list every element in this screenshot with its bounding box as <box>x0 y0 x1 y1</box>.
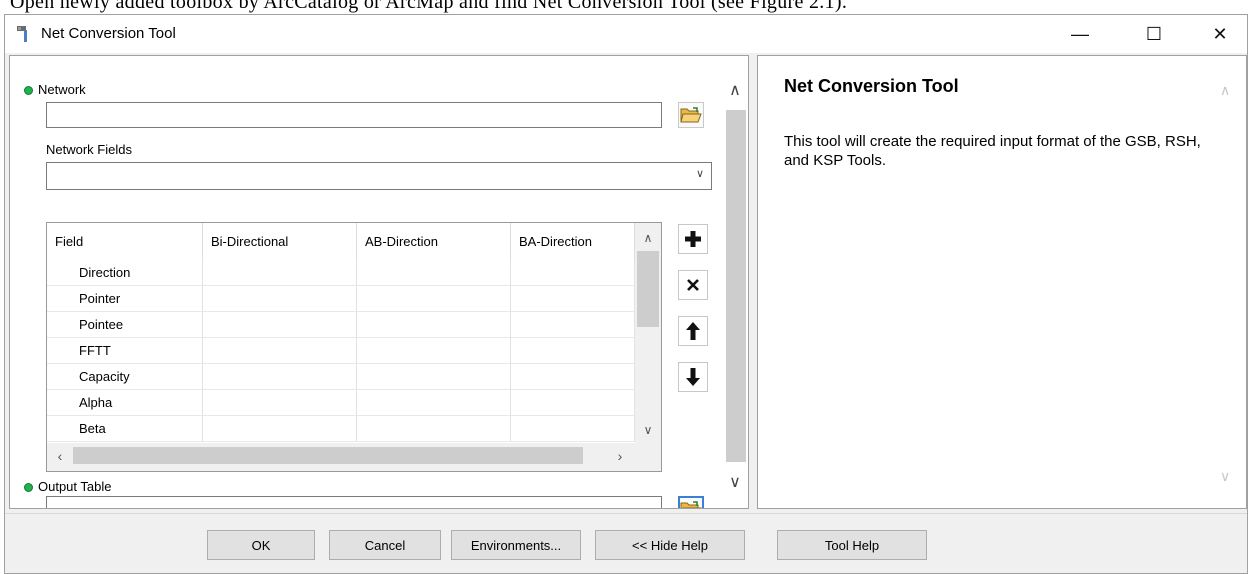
required-indicator-icon <box>24 86 33 95</box>
chevron-down-icon[interactable]: ∨ <box>1220 468 1230 485</box>
output-table-input[interactable] <box>46 496 662 508</box>
help-description: This tool will create the required input… <box>784 133 1201 169</box>
network-label: Network <box>38 82 86 97</box>
scroll-thumb[interactable] <box>73 447 583 464</box>
help-pane: Net Conversion Tool This tool will creat… <box>757 55 1247 509</box>
table-row[interactable]: Alpha <box>47 390 635 416</box>
ok-button[interactable]: OK <box>207 530 315 560</box>
chevron-up-icon[interactable]: ∧ <box>1220 82 1230 99</box>
move-down-button[interactable] <box>678 362 708 392</box>
chevron-down-icon[interactable]: ∨ <box>722 472 748 492</box>
title-bar: Net Conversion Tool — ☐ ✕ <box>5 15 1247 53</box>
table-cell[interactable] <box>357 338 511 364</box>
table-cell[interactable] <box>511 338 635 364</box>
table-cell[interactable] <box>511 312 635 338</box>
table-cell[interactable] <box>203 338 357 364</box>
add-icon <box>685 231 701 247</box>
output-table-browse-button[interactable] <box>678 496 704 508</box>
table-cell[interactable]: Pointee <box>47 312 203 338</box>
chevron-left-icon[interactable]: ‹ <box>47 443 73 471</box>
table-cell[interactable] <box>203 390 357 416</box>
table-cell[interactable] <box>511 416 635 442</box>
folder-open-icon <box>680 107 702 123</box>
tool-help-button[interactable]: Tool Help <box>777 530 927 560</box>
table-cell[interactable] <box>357 390 511 416</box>
move-up-icon <box>686 322 700 340</box>
close-button[interactable]: ✕ <box>1197 15 1243 53</box>
table-cell[interactable] <box>511 260 635 286</box>
table-cell[interactable]: Pointer <box>47 286 203 312</box>
table-cell[interactable]: Beta <box>47 416 203 442</box>
network-fields-select[interactable]: ∨ <box>46 162 712 190</box>
help-title: Net Conversion Tool <box>784 76 959 96</box>
parameters-pane: Network Network Fields ∨ Field Bi-Direct… <box>9 55 749 509</box>
scroll-thumb[interactable] <box>637 251 659 327</box>
hammer-tool-icon <box>17 26 27 42</box>
table-header: Field Bi-Directional AB-Direction BA-Dir… <box>47 223 635 260</box>
table-row[interactable]: Direction <box>47 260 635 286</box>
column-header[interactable]: Field <box>47 223 203 260</box>
maximize-button[interactable]: ☐ <box>1131 15 1177 53</box>
table-cell[interactable]: Capacity <box>47 364 203 390</box>
background-caption: Open newly added toolbox by ArcCatalog o… <box>10 0 848 13</box>
table-cell[interactable]: Direction <box>47 260 203 286</box>
parameters-scrollbar[interactable]: ∧ ∨ <box>722 56 748 508</box>
environments-button[interactable]: Environments... <box>451 530 581 560</box>
field-mapping-table: Field Bi-Directional AB-Direction BA-Dir… <box>46 222 662 472</box>
document-background-text: Open newly added toolbox by ArcCatalog o… <box>0 0 1248 14</box>
table-cell[interactable] <box>203 312 357 338</box>
cancel-button[interactable]: Cancel <box>329 530 441 560</box>
move-down-icon <box>686 368 700 386</box>
column-header[interactable]: BA-Direction <box>511 223 635 260</box>
chevron-down-icon[interactable]: ∨ <box>635 419 661 441</box>
table-cell[interactable] <box>357 364 511 390</box>
table-cell[interactable] <box>203 260 357 286</box>
table-cell[interactable] <box>511 390 635 416</box>
hide-help-button[interactable]: << Hide Help <box>595 530 745 560</box>
minimize-button[interactable]: — <box>1057 15 1103 53</box>
network-input[interactable] <box>46 102 662 128</box>
table-horizontal-scrollbar[interactable]: ‹ › <box>47 443 661 471</box>
table-cell[interactable] <box>357 286 511 312</box>
table-vertical-scrollbar[interactable]: ∧ ∨ <box>635 223 661 443</box>
add-row-button[interactable] <box>678 224 708 254</box>
table-cell[interactable]: Alpha <box>47 390 203 416</box>
window-title: Net Conversion Tool <box>41 25 176 42</box>
output-table-label: Output Table <box>38 479 112 494</box>
table-row[interactable]: Pointee <box>47 312 635 338</box>
dialog-button-bar: OK Cancel Environments... << Hide Help T… <box>5 513 1247 573</box>
move-up-button[interactable] <box>678 316 708 346</box>
folder-open-icon <box>680 501 702 508</box>
table-row[interactable]: FFTT <box>47 338 635 364</box>
table-cell[interactable]: FFTT <box>47 338 203 364</box>
table-row[interactable]: Beta <box>47 416 635 442</box>
table-cell[interactable] <box>357 312 511 338</box>
remove-icon <box>687 279 699 291</box>
required-indicator-icon <box>24 483 33 492</box>
table-cell[interactable] <box>203 416 357 442</box>
table-cell[interactable] <box>511 286 635 312</box>
chevron-down-icon: ∨ <box>695 168 705 180</box>
table-cell[interactable] <box>357 260 511 286</box>
table-cell[interactable] <box>203 286 357 312</box>
network-fields-label: Network Fields <box>46 142 132 157</box>
network-browse-button[interactable] <box>678 102 704 128</box>
remove-row-button[interactable] <box>678 270 708 300</box>
table-cell[interactable] <box>203 364 357 390</box>
table-row[interactable]: Capacity <box>47 364 635 390</box>
tool-dialog-window: Net Conversion Tool — ☐ ✕ Network Networ… <box>4 14 1248 574</box>
chevron-up-icon[interactable]: ∧ <box>722 80 748 100</box>
chevron-right-icon[interactable]: › <box>607 443 633 471</box>
table-row[interactable]: Pointer <box>47 286 635 312</box>
column-header[interactable]: Bi-Directional <box>203 223 357 260</box>
table-cell[interactable] <box>357 416 511 442</box>
scroll-thumb[interactable] <box>726 110 746 462</box>
chevron-up-icon[interactable]: ∧ <box>635 227 661 249</box>
table-cell[interactable] <box>511 364 635 390</box>
column-header[interactable]: AB-Direction <box>357 223 511 260</box>
